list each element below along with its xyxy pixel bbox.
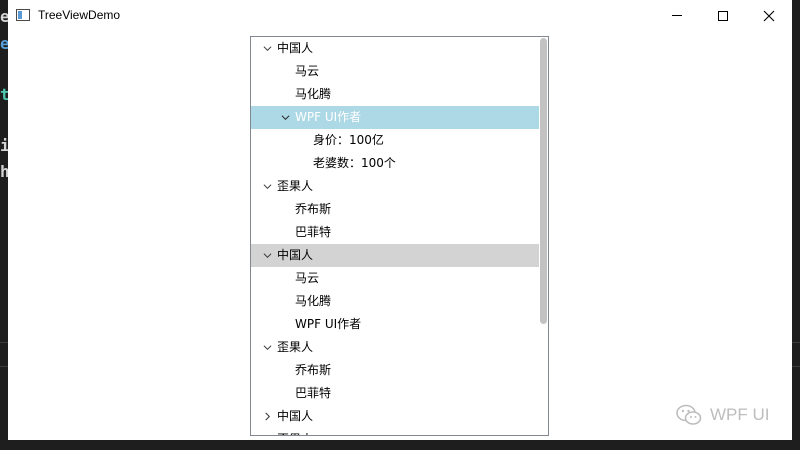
tree-item-label: 身价：100亿	[313, 133, 384, 147]
tree-item-label: 巴菲特	[295, 386, 332, 400]
chevron-down-icon[interactable]	[263, 251, 272, 260]
maximize-icon	[718, 10, 728, 21]
tree-item-label: 中国人	[277, 248, 314, 262]
tree-item-label: 马云	[295, 271, 320, 285]
tree-item-label: WPF UI作者	[295, 110, 362, 124]
tree-item[interactable]: 巴菲特	[251, 382, 541, 405]
tree-item[interactable]: 马云	[251, 267, 541, 290]
tree-item[interactable]: 中国人	[251, 37, 541, 60]
tree-item[interactable]: WPF UI作者	[251, 313, 541, 336]
tree-item[interactable]: WPF UI作者	[251, 106, 541, 129]
tree-item[interactable]: 马化腾	[251, 290, 541, 313]
minimize-icon	[672, 15, 682, 16]
chevron-down-icon[interactable]	[263, 182, 272, 191]
tree-item-label: 马云	[295, 64, 320, 78]
tree-item[interactable]: 乔布斯	[251, 198, 541, 221]
title-bar[interactable]: TreeViewDemo	[8, 0, 792, 31]
tree-item[interactable]: 马化腾	[251, 83, 541, 106]
scrollbar-thumb[interactable]	[540, 38, 547, 324]
app-icon	[16, 9, 30, 21]
chevron-down-icon[interactable]	[263, 343, 272, 352]
tree-item[interactable]: 老婆数：100个	[251, 152, 541, 175]
tree-item[interactable]: 身价：100亿	[251, 129, 541, 152]
tree-item-label: 歪果人	[277, 340, 314, 354]
tree-item-label: 马化腾	[295, 87, 332, 101]
chevron-down-icon[interactable]	[263, 44, 272, 53]
tree-item-label: 中国人	[277, 41, 314, 55]
tree-item[interactable]: 歪果人	[251, 336, 541, 359]
tree-item-label: WPF UI作者	[295, 317, 362, 331]
wechat-icon	[676, 404, 702, 425]
chevron-down-icon[interactable]	[281, 113, 290, 122]
tree-item[interactable]: 乔布斯	[251, 359, 541, 382]
tree-item-label: 老婆数：100个	[313, 156, 396, 170]
app-window: TreeViewDemo 中国人 马云 马化腾 WPF UI作者 身价：100亿 老婆数：…	[8, 0, 792, 440]
tree-item-label: 歪果人	[277, 179, 314, 193]
tree-item-label: 乔布斯	[295, 363, 332, 377]
tree-view[interactable]: 中国人 马云 马化腾 WPF UI作者 身价：100亿 老婆数：100个 歪果人 乔布斯 巴菲特…	[250, 36, 549, 436]
tree-item[interactable]: 歪果人	[251, 428, 541, 435]
tree-item[interactable]: 中国人	[251, 405, 541, 428]
close-icon	[763, 10, 775, 21]
tree-item-label: 歪果人	[277, 428, 313, 435]
window-title: TreeViewDemo	[38, 8, 121, 22]
tree-item-label: 中国人	[277, 409, 314, 423]
tree-item-label: 巴菲特	[295, 225, 332, 239]
tree-item-label: 乔布斯	[295, 202, 332, 216]
tree-item[interactable]: 马云	[251, 60, 541, 83]
minimize-button[interactable]	[654, 0, 700, 31]
tree-item[interactable]: 中国人	[251, 244, 541, 267]
maximize-button[interactable]	[700, 0, 746, 31]
watermark: WPF UI	[676, 404, 770, 426]
tree-item-label: 马化腾	[295, 294, 332, 308]
vertical-scrollbar[interactable]	[539, 37, 548, 435]
chevron-right-icon[interactable]	[263, 412, 272, 421]
close-button[interactable]	[746, 0, 792, 31]
tree-item[interactable]: 歪果人	[251, 175, 541, 198]
tree-item[interactable]: 巴菲特	[251, 221, 541, 244]
watermark-text: WPF UI	[710, 405, 770, 424]
